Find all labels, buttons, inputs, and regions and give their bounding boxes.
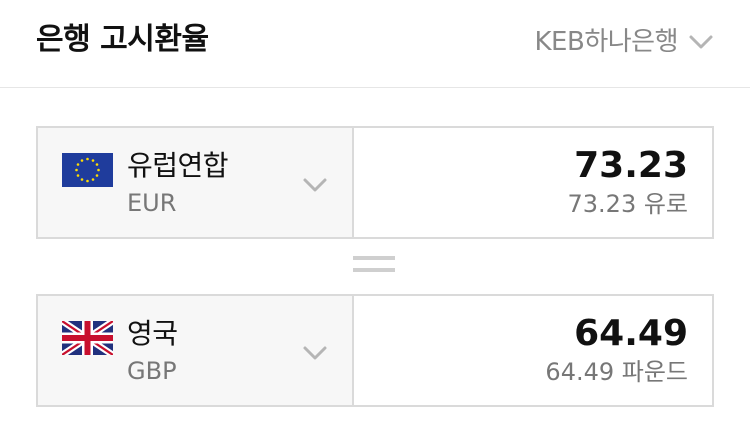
from-currency-row: 유럽연합 EUR 73.23 73.23 유로 (36, 126, 714, 239)
to-amount-value: 64.49 (574, 313, 688, 354)
to-currency-selector[interactable]: 영국 GBP (38, 296, 354, 405)
from-amount-value: 73.23 (574, 145, 688, 186)
from-amount-input[interactable]: 73.23 73.23 유로 (356, 128, 712, 237)
chevron-down-icon (689, 35, 713, 49)
eu-flag-icon (62, 153, 113, 187)
from-country-name: 유럽연합 (127, 149, 229, 182)
bank-selector[interactable]: KEB하나은행 (535, 22, 715, 62)
page-title: 은행 고시환율 (36, 22, 209, 57)
from-currency-selector[interactable]: 유럽연합 EUR (38, 128, 354, 237)
from-amount-description: 73.23 유로 (567, 190, 689, 218)
chevron-down-icon (303, 178, 327, 192)
to-amount-description: 64.49 파운드 (545, 358, 688, 386)
header: 은행 고시환율 KEB하나은행 (0, 0, 750, 88)
equals-icon (353, 256, 395, 276)
to-country-name: 영국 (127, 317, 178, 350)
chevron-down-icon (303, 346, 327, 360)
to-amount-input[interactable]: 64.49 64.49 파운드 (356, 296, 712, 405)
bank-selector-label: KEB하나은행 (534, 27, 679, 57)
from-currency-code: EUR (127, 189, 177, 217)
uk-flag-icon (62, 321, 113, 355)
to-currency-code: GBP (127, 357, 177, 385)
to-currency-row: 영국 GBP 64.49 64.49 파운드 (36, 294, 714, 407)
